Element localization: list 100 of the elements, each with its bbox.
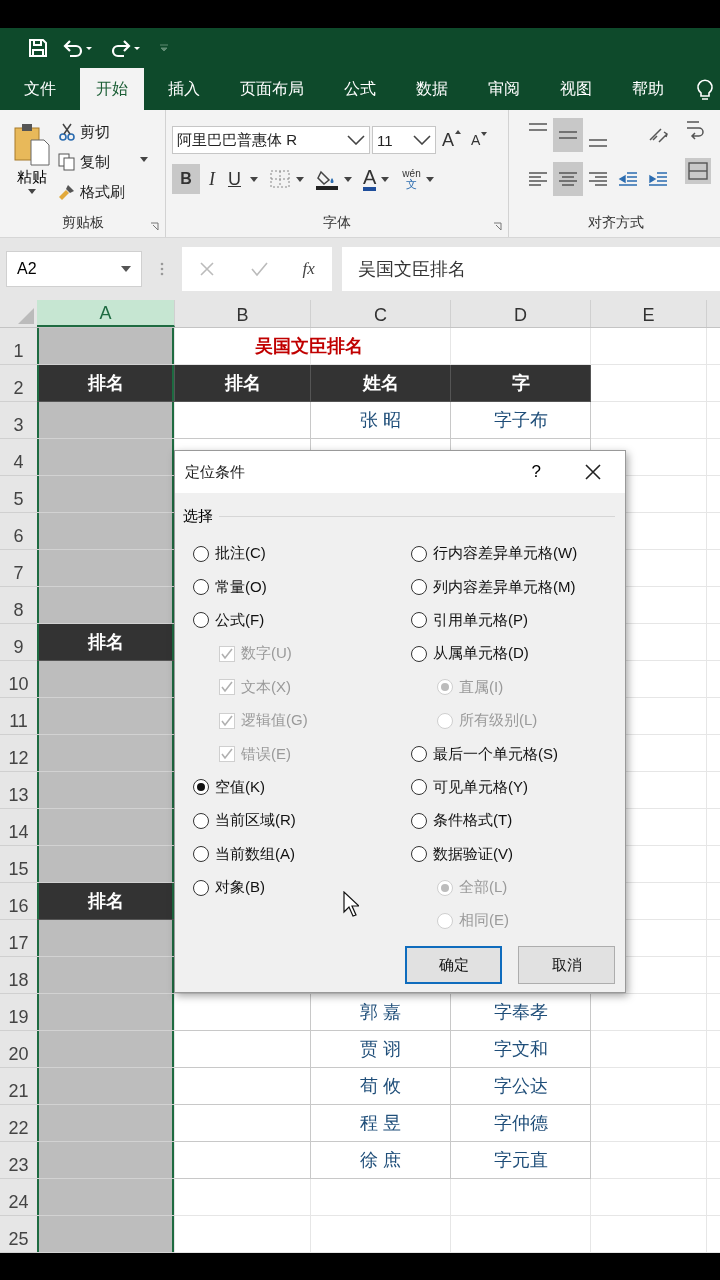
radio-button[interactable] xyxy=(193,846,209,863)
row-header[interactable]: 24 xyxy=(0,1179,37,1216)
option[interactable]: 公式(F) xyxy=(193,603,411,638)
ribbon-tab[interactable]: 页面布局 xyxy=(224,68,320,110)
chevron-down-icon[interactable] xyxy=(347,135,365,145)
radio-button[interactable] xyxy=(411,812,427,829)
radio-button[interactable] xyxy=(411,612,427,629)
ribbon-tab[interactable]: 数据 xyxy=(400,68,464,110)
phonetic-button[interactable]: wén 文 xyxy=(402,168,421,190)
ribbon-tab[interactable]: 开始 xyxy=(80,68,144,110)
row-header[interactable]: 3 xyxy=(0,402,37,439)
alignment-button[interactable] xyxy=(553,118,583,152)
launcher-icon[interactable] xyxy=(493,222,502,231)
column-header[interactable]: D xyxy=(451,300,591,327)
merge-icon[interactable] xyxy=(685,158,711,184)
close-icon[interactable] xyxy=(585,464,601,480)
row-header[interactable]: 19 xyxy=(0,994,37,1031)
radio-button[interactable] xyxy=(193,612,209,629)
option[interactable]: 对象(B) xyxy=(193,870,411,905)
formula-field[interactable]: 吴国文臣排名 xyxy=(342,247,720,291)
row-header[interactable]: 12 xyxy=(0,735,37,772)
ribbon-tab[interactable]: 视图 xyxy=(544,68,608,110)
name-box[interactable]: A2 xyxy=(6,251,142,287)
column-header[interactable]: C xyxy=(311,300,451,327)
radio-button[interactable] xyxy=(411,846,427,863)
ribbon-tab[interactable]: 插入 xyxy=(152,68,216,110)
option[interactable]: 引用单元格(P) xyxy=(411,603,578,638)
row-header[interactable]: 9 xyxy=(0,624,37,661)
option[interactable]: 可见单元格(Y) xyxy=(411,770,578,805)
lightbulb-icon[interactable] xyxy=(696,77,714,101)
caret-icon[interactable] xyxy=(381,176,390,182)
caret-icon[interactable] xyxy=(296,176,304,182)
radio-button[interactable] xyxy=(411,579,427,596)
ribbon-tab[interactable]: 审阅 xyxy=(472,68,536,110)
row-header[interactable]: 6 xyxy=(0,513,37,550)
ribbon-tab[interactable]: 帮助 xyxy=(616,68,680,110)
radio-button[interactable] xyxy=(193,545,209,562)
copy-button[interactable]: 复制 xyxy=(58,150,125,174)
row-header[interactable]: 18 xyxy=(0,957,37,994)
dialog-button[interactable]: 取消 xyxy=(518,946,615,984)
row-header[interactable]: 14 xyxy=(0,809,37,846)
row-header[interactable]: 17 xyxy=(0,920,37,957)
row-header[interactable]: 10 xyxy=(0,661,37,698)
row-header[interactable]: 21 xyxy=(0,1068,37,1105)
row-header[interactable]: 13 xyxy=(0,772,37,809)
caret-icon[interactable] xyxy=(344,176,352,182)
column-header[interactable]: E xyxy=(591,300,707,327)
row-header[interactable]: 1 xyxy=(0,328,37,365)
option[interactable]: 行内容差异单元格(W) xyxy=(411,537,578,571)
radio-button[interactable] xyxy=(411,746,427,763)
option[interactable]: 条件格式(T) xyxy=(411,804,578,838)
radio-button[interactable] xyxy=(193,812,209,829)
font-name-field[interactable]: 阿里巴巴普惠体 R xyxy=(172,126,370,154)
ribbon-tab[interactable]: 文件 xyxy=(8,68,72,110)
row-header[interactable]: 11 xyxy=(0,698,37,735)
caret-icon[interactable] xyxy=(425,176,434,182)
row-header[interactable]: 4 xyxy=(0,439,37,476)
cut-button[interactable]: 剪切 xyxy=(58,120,125,144)
column-header[interactable]: A xyxy=(37,300,175,327)
italic-button[interactable]: I xyxy=(205,166,219,192)
radio-button[interactable] xyxy=(411,545,427,562)
grow-font-button[interactable]: A xyxy=(438,127,465,153)
font-color-button[interactable]: A xyxy=(363,167,377,191)
row-header[interactable]: 23 xyxy=(0,1142,37,1179)
chevron-down-icon[interactable] xyxy=(413,135,431,145)
caret-icon[interactable] xyxy=(250,176,258,182)
option[interactable]: 常量(O) xyxy=(193,570,411,604)
row-header[interactable]: 15 xyxy=(0,846,37,883)
font-size-field[interactable]: 11 xyxy=(372,126,436,154)
radio-button[interactable] xyxy=(193,779,209,796)
paste-button[interactable]: 粘贴 xyxy=(6,118,58,209)
row-header[interactable]: 25 xyxy=(0,1216,37,1253)
row-header[interactable]: 16 xyxy=(0,883,37,920)
column-header[interactable]: B xyxy=(175,300,311,327)
row-header[interactable]: 22 xyxy=(0,1105,37,1142)
bold-button[interactable]: B xyxy=(172,164,200,194)
option[interactable]: 从属单元格(D) xyxy=(411,637,578,671)
customize-icon[interactable] xyxy=(158,42,170,54)
radio-button[interactable] xyxy=(411,645,427,662)
option[interactable]: 批注(C) xyxy=(193,537,411,571)
option[interactable]: 空值(K) xyxy=(193,770,411,805)
insert-function-button[interactable]: fx xyxy=(302,259,315,279)
dialog-button[interactable]: 确定 xyxy=(405,946,502,984)
check-icon[interactable] xyxy=(249,261,268,277)
row-header[interactable]: 20 xyxy=(0,1031,37,1068)
option[interactable]: 最后一个单元格(S) xyxy=(411,737,578,771)
caret-icon[interactable] xyxy=(140,157,148,162)
option[interactable]: 数据验证(V) xyxy=(411,837,578,871)
row-header[interactable]: 5 xyxy=(0,476,37,513)
option[interactable]: 列内容差异单元格(M) xyxy=(411,570,578,604)
radio-button[interactable] xyxy=(193,879,209,896)
launcher-icon[interactable] xyxy=(150,222,159,231)
underline-button[interactable]: U xyxy=(224,166,245,192)
alignment-button[interactable] xyxy=(553,162,583,196)
format-painter-button[interactable]: 格式刷 xyxy=(58,180,125,204)
save-icon[interactable] xyxy=(28,38,48,58)
radio-button[interactable] xyxy=(193,579,209,596)
row-header[interactable]: 2 xyxy=(0,365,37,402)
option[interactable]: 当前数组(A) xyxy=(193,837,411,871)
shrink-font-button[interactable]: A xyxy=(467,130,492,150)
